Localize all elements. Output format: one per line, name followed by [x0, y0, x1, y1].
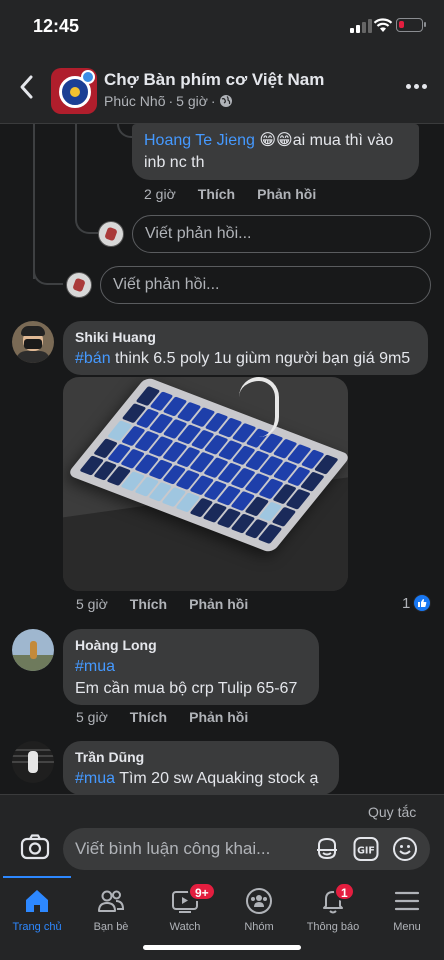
- commenter-avatar[interactable]: [12, 321, 54, 363]
- reply-button[interactable]: Phản hồi: [257, 186, 316, 202]
- hashtag-link[interactable]: #mua: [75, 770, 115, 787]
- reply-input[interactable]: Viết phản hồi...: [100, 266, 431, 304]
- commenter-avatar[interactable]: [12, 629, 54, 671]
- reply-row: Viết phản hồi...: [66, 266, 431, 304]
- svg-text:GIF: GIF: [357, 846, 375, 857]
- nested-reply-row: Viết phản hồi...: [98, 215, 431, 253]
- tab-friends[interactable]: Bạn bè: [74, 886, 148, 933]
- tab-label: Trang chủ: [12, 921, 62, 933]
- camera-icon[interactable]: [20, 834, 50, 860]
- more-options-icon[interactable]: [406, 84, 427, 89]
- group-post-header: Chợ Bàn phím cơ Việt Nam Phúc Nhõ · 5 gi…: [0, 52, 444, 124]
- meta-separator: ·: [168, 93, 174, 109]
- emoji-icon[interactable]: [392, 836, 418, 862]
- gif-icon[interactable]: GIF: [353, 836, 379, 862]
- meta-separator: ·: [210, 93, 216, 109]
- user-avatar: [98, 221, 124, 247]
- group-name[interactable]: Chợ Bàn phím cơ Việt Nam: [104, 70, 324, 90]
- comment-time: 5 giờ: [76, 596, 108, 612]
- comment-photo[interactable]: [63, 377, 348, 591]
- profile-badge-icon: [81, 70, 95, 84]
- tab-label: Thông báo: [306, 921, 360, 933]
- commenter-name[interactable]: Shiki Huang: [75, 329, 416, 345]
- commenter-avatar[interactable]: [12, 741, 54, 783]
- like-button[interactable]: Thích: [198, 186, 235, 202]
- emoji: 😁😁: [259, 132, 293, 149]
- comment-actions: 5 giờ Thích Phản hồi: [76, 709, 248, 725]
- comment-text: think 6.5 poly 1u giùm người bạn giá 9m5: [110, 350, 411, 367]
- hashtag-link[interactable]: #bán: [75, 350, 111, 367]
- tab-label: Nhóm: [244, 921, 274, 933]
- home-icon: [26, 890, 48, 912]
- reaction-count: 1: [402, 594, 411, 612]
- reply-button[interactable]: Phản hồi: [189, 596, 248, 612]
- hashtag-link[interactable]: #mua: [75, 658, 115, 675]
- like-button[interactable]: Thích: [130, 709, 167, 725]
- tab-home[interactable]: Trang chủ: [0, 886, 74, 933]
- groups-icon: [246, 888, 272, 914]
- tab-menu[interactable]: Menu: [370, 886, 444, 933]
- comment-bubble: Shiki Huang #bán think 6.5 poly 1u giùm …: [63, 321, 428, 375]
- status-time: 12:45: [33, 16, 80, 36]
- post-meta: Phúc Nhõ · 5 giờ ·: [104, 93, 233, 109]
- tab-label: Bạn bè: [93, 921, 129, 933]
- tab-notifications[interactable]: 1 Thông báo: [296, 882, 370, 933]
- comment-placeholder: Viết bình luận công khai...: [75, 839, 271, 858]
- commenter-name[interactable]: Hoàng Long: [75, 637, 307, 653]
- status-bar: 12:45: [0, 0, 444, 52]
- reply-time: 2 giờ: [144, 186, 176, 202]
- mention-link[interactable]: Hoang Te Jieng: [144, 132, 255, 149]
- active-tab-indicator: [3, 876, 71, 878]
- home-indicator: [143, 945, 301, 950]
- comment-input[interactable]: Viết bình luận công khai... GIF: [63, 828, 430, 870]
- wifi-icon: [373, 18, 393, 32]
- thread-curve: [33, 250, 63, 285]
- post-author[interactable]: Phúc Nhõ: [104, 93, 165, 109]
- tab-label: Menu: [393, 921, 421, 933]
- thread-curve: [117, 124, 133, 138]
- post-age: 5 giờ: [176, 93, 208, 109]
- reply-input[interactable]: Viết phản hồi...: [132, 215, 431, 253]
- tab-watch[interactable]: 9+ Watch: [148, 882, 222, 933]
- battery-icon: [396, 18, 426, 32]
- comment-bubble: Trần Dũng #mua Tìm 20 sw Aquaking stock …: [63, 741, 339, 795]
- rules-link[interactable]: Quy tắc: [368, 804, 416, 820]
- comment-actions: 5 giờ Thích Phản hồi: [76, 596, 248, 612]
- reaction-summary[interactable]: 1: [402, 594, 432, 612]
- reply-text: ai mua thì vào: [292, 132, 394, 149]
- like-button[interactable]: Thích: [130, 596, 167, 612]
- commenter-name[interactable]: Trần Dũng: [75, 749, 327, 765]
- tab-label: Watch: [169, 921, 201, 933]
- like-reaction-icon: [413, 594, 432, 612]
- group-avatar[interactable]: [51, 68, 97, 114]
- reply-text: inb nc th: [144, 154, 205, 171]
- thread-line: [75, 124, 77, 204]
- watch-badge: 9+: [188, 882, 216, 901]
- comment-bubble: Hoàng Long #mua Em cần mua bộ crp Tulip …: [63, 629, 319, 705]
- menu-icon: [394, 891, 420, 911]
- thread-curve: [75, 200, 99, 234]
- notification-badge: 1: [334, 882, 355, 901]
- reply-button[interactable]: Phản hồi: [189, 709, 248, 725]
- comment-time: 5 giờ: [76, 709, 108, 725]
- cellular-signal-icon: [350, 19, 372, 33]
- friends-icon: [98, 890, 125, 912]
- comment-text: Em cần mua bộ crp Tulip 65-67: [75, 680, 298, 697]
- user-avatar: [66, 272, 92, 298]
- globe-icon: [219, 95, 232, 107]
- avatar-sticker-icon[interactable]: [314, 836, 340, 862]
- reply-bubble: Hoang Te Jieng 😁😁ai mua thì vào inb nc t…: [132, 124, 419, 180]
- reply-actions: 2 giờ Thích Phản hồi: [144, 186, 316, 202]
- comment-text: Tìm 20 sw Aquaking stock ạ: [115, 770, 319, 787]
- tab-groups[interactable]: Nhóm: [222, 886, 296, 933]
- back-arrow-icon[interactable]: [14, 72, 40, 102]
